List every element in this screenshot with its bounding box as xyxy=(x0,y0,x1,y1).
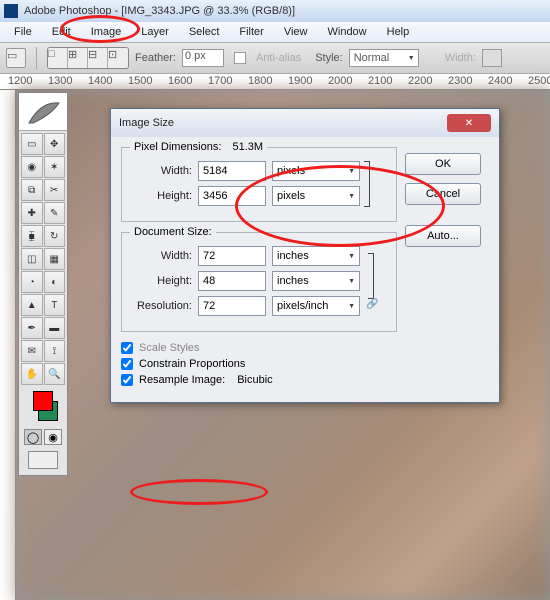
options-bar: ▭ □ ⊞ ⊟ ⊡ Feather: 0 px Anti-alias Style… xyxy=(0,42,550,74)
blur-tool[interactable]: ◔ xyxy=(21,271,43,293)
scale-styles-checkbox[interactable] xyxy=(121,342,133,354)
feather-input[interactable]: 0 px xyxy=(182,49,224,67)
gradient-tool[interactable]: ▦ xyxy=(44,248,66,270)
resample-label: Resample Image: xyxy=(139,374,225,386)
menu-select[interactable]: Select xyxy=(179,24,230,40)
select-add-icon[interactable]: ⊞ xyxy=(68,48,88,68)
move-tool[interactable]: ✥ xyxy=(44,133,66,155)
menu-help[interactable]: Help xyxy=(377,24,420,40)
antialias-label: Anti-alias xyxy=(256,52,301,64)
stamp-tool[interactable]: ⧯ xyxy=(21,225,43,247)
feather-icon xyxy=(23,97,63,127)
pixel-dimensions-size: 51.3M xyxy=(232,141,263,153)
standard-mode-icon[interactable]: ◯ xyxy=(24,429,42,445)
antialias-checkbox[interactable] xyxy=(234,52,246,64)
color-swatches[interactable] xyxy=(19,391,67,421)
menu-window[interactable]: Window xyxy=(318,24,377,40)
marquee-preset-icon[interactable]: ▭ xyxy=(6,48,26,68)
wand-tool[interactable]: ✶ xyxy=(44,156,66,178)
document-size-label: Document Size: xyxy=(134,226,212,238)
eyedropper-tool[interactable]: ⟟ xyxy=(44,340,66,362)
menu-layer[interactable]: Layer xyxy=(131,24,179,40)
menu-filter[interactable]: Filter xyxy=(229,24,273,40)
constrain-proportions-checkbox[interactable] xyxy=(121,358,133,370)
dodge-tool[interactable]: ◐ xyxy=(44,271,66,293)
menu-image[interactable]: Image xyxy=(81,24,132,40)
slice-tool[interactable]: ✂ xyxy=(44,179,66,201)
toolbox-header xyxy=(19,93,67,131)
menu-view[interactable]: View xyxy=(274,24,318,40)
menu-edit[interactable]: Edit xyxy=(42,24,81,40)
foreground-swatch[interactable] xyxy=(33,391,53,411)
ok-button[interactable]: OK xyxy=(405,153,481,175)
history-brush-tool[interactable]: ↻ xyxy=(44,225,66,247)
path-select-tool[interactable]: ▲ xyxy=(21,294,43,316)
resolution-field[interactable]: 72 xyxy=(198,296,266,316)
shape-tool[interactable]: ▬ xyxy=(44,317,66,339)
resolution-unit[interactable]: pixels/inch xyxy=(272,296,360,316)
pen-tool[interactable]: ✒ xyxy=(21,317,43,339)
link-icon: 🔗 xyxy=(366,299,378,310)
dialog-titlebar[interactable]: Image Size ✕ xyxy=(111,109,499,137)
cancel-button[interactable]: Cancel xyxy=(405,183,481,205)
screen-mode-button[interactable] xyxy=(28,451,58,469)
pixel-dimensions-label: Pixel Dimensions: xyxy=(134,141,221,153)
hand-tool[interactable]: ✋ xyxy=(21,363,43,385)
feather-label: Feather: xyxy=(135,52,176,64)
lasso-tool[interactable]: ◉ xyxy=(21,156,43,178)
toolbox: ▭ ✥ ◉ ✶ ⧉ ✂ ✚ ✎ ⧯ ↻ ◫ ▦ ◔ ◐ ▲ T ✒ ▬ ✉ ⟟ … xyxy=(18,92,68,476)
px-width-unit[interactable]: pixels xyxy=(272,161,360,181)
ruler-vertical xyxy=(0,90,16,600)
crop-tool[interactable]: ⧉ xyxy=(21,179,43,201)
scale-styles-label: Scale Styles xyxy=(139,342,200,354)
brush-tool[interactable]: ✎ xyxy=(44,202,66,224)
type-tool[interactable]: T xyxy=(44,294,66,316)
px-height-field[interactable]: 3456 xyxy=(198,186,266,206)
px-height-unit[interactable]: pixels xyxy=(272,186,360,206)
close-button[interactable]: ✕ xyxy=(447,114,491,132)
notes-tool[interactable]: ✉ xyxy=(21,340,43,362)
doc-width-field[interactable]: 72 xyxy=(198,246,266,266)
px-width-field[interactable]: 5184 xyxy=(198,161,266,181)
resample-method-select[interactable]: Bicubic xyxy=(237,374,417,386)
marquee-tool[interactable]: ▭ xyxy=(21,133,43,155)
eraser-tool[interactable]: ◫ xyxy=(21,248,43,270)
style-label-text: Style: xyxy=(315,52,343,64)
px-height-label: Height: xyxy=(132,190,192,202)
app-icon xyxy=(4,4,18,18)
constrain-label: Constrain Proportions xyxy=(139,358,245,370)
doc-width-label: Width: xyxy=(132,250,192,262)
width-option-input xyxy=(482,49,502,67)
width-option-label: Width: xyxy=(445,52,476,64)
dialog-title: Image Size xyxy=(119,117,174,129)
select-intersect-icon[interactable]: ⊡ xyxy=(108,48,128,68)
image-size-dialog: Image Size ✕ OK Cancel Auto... Pixel Dim… xyxy=(110,108,500,403)
ruler-horizontal: 1200 1300 1400 1500 1600 1700 1800 1900 … xyxy=(0,74,550,90)
resample-checkbox[interactable] xyxy=(121,374,133,386)
quickmask-mode-icon[interactable]: ◉ xyxy=(44,429,62,445)
healing-tool[interactable]: ✚ xyxy=(21,202,43,224)
window-title: Adobe Photoshop - [IMG_3343.JPG @ 33.3% … xyxy=(24,5,295,17)
px-width-label: Width: xyxy=(132,165,192,177)
zoom-tool[interactable]: 🔍 xyxy=(44,363,66,385)
doc-width-unit[interactable]: inches xyxy=(272,246,360,266)
doc-height-unit[interactable]: inches xyxy=(272,271,360,291)
select-subtract-icon[interactable]: ⊟ xyxy=(88,48,108,68)
menu-bar: File Edit Image Layer Select Filter View… xyxy=(0,22,550,42)
selection-mode-group: □ ⊞ ⊟ ⊡ xyxy=(47,47,129,69)
doc-height-label: Height: xyxy=(132,275,192,287)
style-select[interactable]: Normal xyxy=(349,49,419,67)
title-bar: Adobe Photoshop - [IMG_3343.JPG @ 33.3% … xyxy=(0,0,550,22)
doc-height-field[interactable]: 48 xyxy=(198,271,266,291)
resolution-label: Resolution: xyxy=(132,300,192,312)
select-new-icon[interactable]: □ xyxy=(48,48,68,68)
menu-file[interactable]: File xyxy=(4,24,42,40)
auto-button[interactable]: Auto... xyxy=(405,225,481,247)
